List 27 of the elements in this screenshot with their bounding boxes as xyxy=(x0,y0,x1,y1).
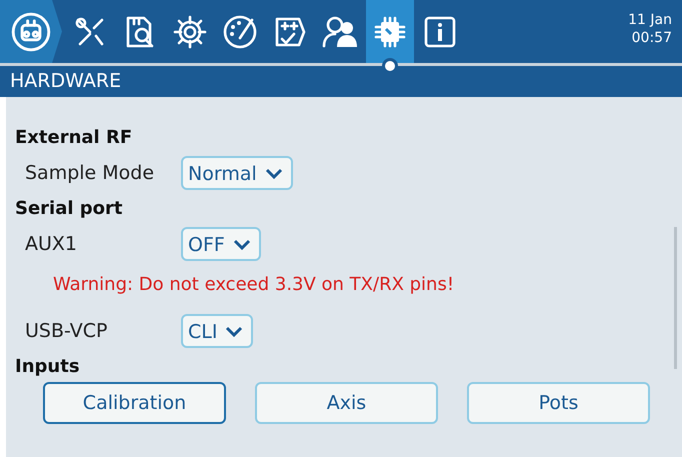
dropdown[interactable]: OFF xyxy=(181,227,261,261)
field-label: AUX1 xyxy=(24,232,78,257)
palette-icon xyxy=(222,14,258,50)
field-label: USB-VCP xyxy=(24,318,108,344)
section-heading: Inputs xyxy=(15,356,81,378)
input-button[interactable]: Calibration xyxy=(43,382,226,424)
field-label: Sample Mode xyxy=(24,160,156,186)
settings-icon xyxy=(172,14,208,50)
dropdown[interactable]: CLI xyxy=(181,314,254,348)
caret-icon xyxy=(232,239,251,251)
users-icon xyxy=(322,14,358,50)
tab[interactable] xyxy=(0,0,62,63)
time-label: 00:57 xyxy=(630,30,672,47)
dropdown[interactable]: Normal xyxy=(181,156,293,190)
info-icon xyxy=(422,14,458,50)
date-label: 11 Jan xyxy=(628,12,672,30)
caret-icon xyxy=(225,326,244,338)
model-icon xyxy=(11,12,51,52)
tab[interactable] xyxy=(366,0,414,63)
caret-icon xyxy=(264,168,283,180)
input-button[interactable]: Axis xyxy=(255,382,438,424)
input-button[interactable]: Pots xyxy=(467,382,650,424)
section-heading: Serial port xyxy=(15,198,124,220)
chip-icon xyxy=(372,14,408,50)
warning-text: Warning: Do not exceed 3.3V on TX/RX pins! xyxy=(52,273,456,297)
section-heading: External RF xyxy=(15,127,134,149)
page-title: HARDWARE xyxy=(0,66,682,97)
